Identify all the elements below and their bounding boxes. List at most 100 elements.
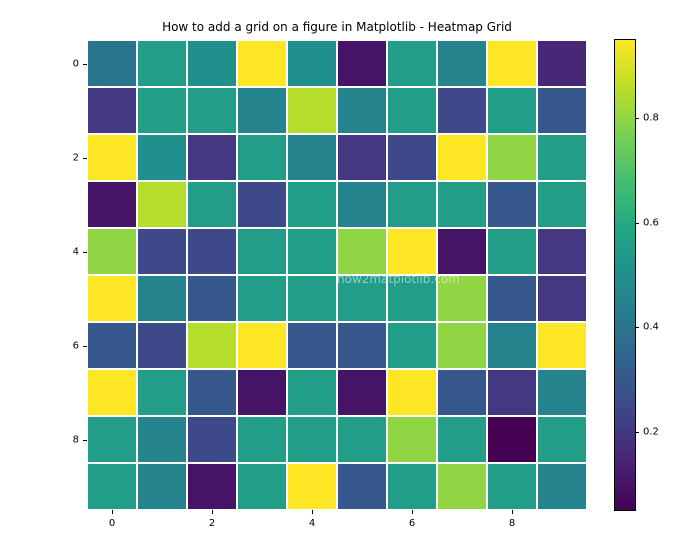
heatmap-cell <box>187 369 237 416</box>
heatmap-cell <box>387 181 437 228</box>
x-tick-mark <box>312 510 313 514</box>
y-tick-mark <box>83 440 87 441</box>
y-tick-label: 2 <box>73 152 79 163</box>
heatmap-cell <box>287 181 337 228</box>
heatmap-cell <box>87 275 137 322</box>
heatmap-cell <box>487 40 537 87</box>
heatmap-cell <box>137 134 187 181</box>
chart-title: How to add a grid on a figure in Matplot… <box>87 20 587 34</box>
heatmap-cell <box>387 87 437 134</box>
x-tick-mark <box>412 510 413 514</box>
heatmap-cell <box>187 87 237 134</box>
x-tick-label: 6 <box>409 518 415 529</box>
heatmap-cell <box>237 134 287 181</box>
heatmap-cell <box>487 463 537 510</box>
y-tick-label: 6 <box>73 340 79 351</box>
heatmap-cell <box>287 275 337 322</box>
x-tick-label: 2 <box>209 518 215 529</box>
heatmap-cell <box>287 369 337 416</box>
heatmap-cell <box>187 463 237 510</box>
heatmap-cell <box>87 322 137 369</box>
heatmap-cell <box>337 369 387 416</box>
heatmap-cell <box>187 275 237 322</box>
heatmap-cell <box>237 416 287 463</box>
heatmap-cell <box>237 87 287 134</box>
heatmap-cell <box>237 181 287 228</box>
heatmap-cell <box>437 87 487 134</box>
heatmap-cell <box>337 463 387 510</box>
heatmap-cell <box>487 87 537 134</box>
colorbar-tick-label: 0.8 <box>643 113 659 124</box>
heatmap-cell <box>237 228 287 275</box>
heatmap-cell <box>437 322 487 369</box>
heatmap-cell <box>437 416 487 463</box>
heatmap-cell <box>487 228 537 275</box>
heatmap-cell <box>237 463 287 510</box>
heatmap-cell <box>537 87 587 134</box>
heatmap-cell <box>137 228 187 275</box>
colorbar-axis: 0.2 0.4 0.6 0.8 <box>635 40 675 510</box>
heatmap-cell <box>387 228 437 275</box>
heatmap-cell <box>487 369 537 416</box>
x-tick-label: 4 <box>309 518 315 529</box>
heatmap-cell <box>387 369 437 416</box>
heatmap-cell <box>487 181 537 228</box>
heatmap-cell <box>537 40 587 87</box>
heatmap-cell <box>337 181 387 228</box>
heatmap-grid <box>87 40 587 510</box>
heatmap-cell <box>87 40 137 87</box>
heatmap-cell <box>187 322 237 369</box>
heatmap-cell <box>337 87 387 134</box>
heatmap-cell <box>537 369 587 416</box>
y-tick-label: 4 <box>73 246 79 257</box>
x-tick-label: 0 <box>109 518 115 529</box>
heatmap-cell <box>537 416 587 463</box>
heatmap-cell <box>387 275 437 322</box>
heatmap-cell <box>87 87 137 134</box>
heatmap-cell <box>287 463 337 510</box>
colorbar-tick-mark <box>635 432 639 433</box>
heatmap-cell <box>87 369 137 416</box>
heatmap-cell <box>387 416 437 463</box>
heatmap-cell <box>437 40 487 87</box>
heatmap-cell <box>487 322 537 369</box>
colorbar-tick-label: 0.6 <box>643 217 659 228</box>
heatmap-cell <box>387 463 437 510</box>
heatmap-cell <box>537 181 587 228</box>
colorbar-tick-mark <box>635 223 639 224</box>
heatmap-cell <box>487 134 537 181</box>
heatmap-cell <box>337 322 387 369</box>
heatmap-cell <box>437 181 487 228</box>
heatmap-cell <box>387 322 437 369</box>
heatmap-cell <box>87 134 137 181</box>
heatmap-cell <box>237 275 287 322</box>
heatmap-cell <box>437 228 487 275</box>
heatmap-cell <box>237 40 287 87</box>
heatmap-cell <box>337 134 387 181</box>
heatmap-cell <box>537 228 587 275</box>
heatmap-cell <box>237 369 287 416</box>
heatmap-cell <box>437 275 487 322</box>
colorbar-tick-label: 0.4 <box>643 322 659 333</box>
heatmap-cell <box>387 134 437 181</box>
heatmap-cell <box>87 181 137 228</box>
heatmap-cell <box>287 416 337 463</box>
heatmap-axes: how2matplotlib.com <box>87 40 587 510</box>
y-tick-mark <box>83 252 87 253</box>
heatmap-cell <box>337 228 387 275</box>
heatmap-cell <box>137 275 187 322</box>
y-tick-label: 0 <box>73 58 79 69</box>
y-tick-label: 8 <box>73 434 79 445</box>
heatmap-cell <box>487 275 537 322</box>
heatmap-cell <box>537 463 587 510</box>
heatmap-cell <box>137 416 187 463</box>
x-axis: 02468 <box>87 510 587 530</box>
figure: How to add a grid on a figure in Matplot… <box>0 0 700 560</box>
colorbar <box>615 40 635 510</box>
heatmap-cell <box>387 40 437 87</box>
x-tick-mark <box>512 510 513 514</box>
heatmap-cell <box>187 134 237 181</box>
colorbar-tick-label: 0.2 <box>643 426 659 437</box>
heatmap-cell <box>287 87 337 134</box>
heatmap-cell <box>137 463 187 510</box>
